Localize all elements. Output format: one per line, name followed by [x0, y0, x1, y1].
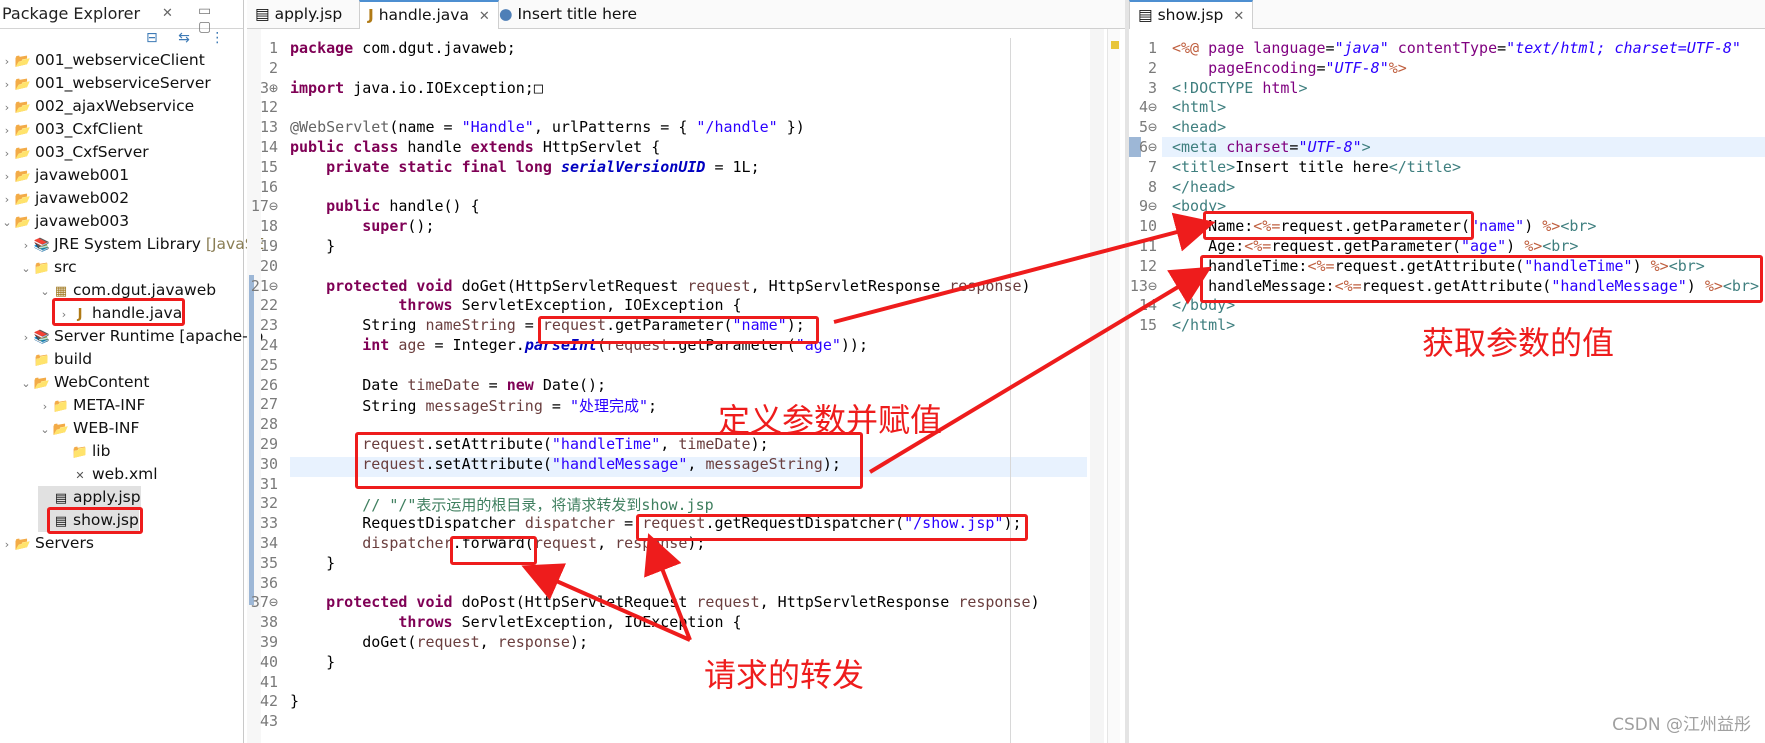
annotation-forward: 请求的转发 [704, 656, 865, 694]
annotation-arrows [521, 212, 1216, 642]
arrow-attrs-to-show [868, 266, 1212, 474]
annotation-define-params: 定义参数并赋值 [718, 401, 943, 439]
annotation-get-values: 获取参数的值 [1422, 324, 1615, 362]
watermark: CSDN @江州益彤 [1612, 715, 1751, 735]
